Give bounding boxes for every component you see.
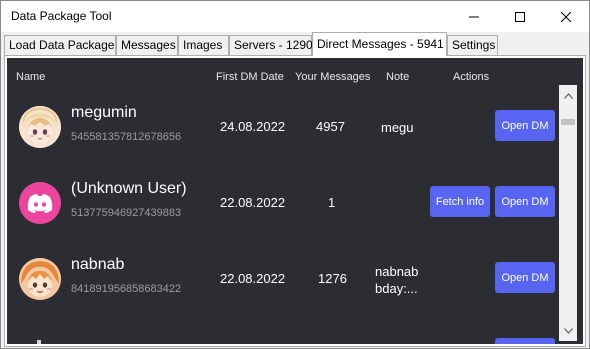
app-window: Data Package Tool Load Data Package Mess… bbox=[0, 0, 590, 349]
header-first-dm-date: First DM Date bbox=[216, 71, 284, 83]
open-dm-button[interactable]: Open DM bbox=[495, 262, 555, 293]
chevron-up-icon bbox=[563, 92, 573, 99]
message-count: 1276 bbox=[318, 271, 347, 286]
scroll-thumb[interactable] bbox=[561, 119, 575, 125]
dm-row: (Unknown User) 513775946927439883 22.08.… bbox=[7, 167, 567, 243]
minimize-button[interactable] bbox=[451, 1, 497, 32]
tab-direct-messages[interactable]: Direct Messages - 5941 bbox=[312, 32, 447, 56]
tab-servers[interactable]: Servers - 1290 bbox=[229, 35, 313, 55]
user-name: megumin bbox=[71, 104, 137, 121]
avatar-partial bbox=[37, 340, 41, 344]
user-note: megu bbox=[381, 120, 414, 135]
header-actions: Actions bbox=[453, 71, 490, 83]
title-bar: Data Package Tool bbox=[1, 1, 589, 32]
vertical-scrollbar[interactable] bbox=[559, 85, 577, 341]
user-note-line: bday:... bbox=[375, 281, 418, 296]
fetch-info-button[interactable]: Fetch info bbox=[430, 186, 490, 217]
user-avatar bbox=[19, 106, 61, 148]
tab-panel: Name First DM Date Your Messages Note Ac… bbox=[4, 55, 586, 347]
discord-logo-icon bbox=[19, 182, 61, 224]
user-id: 841891956858683422 bbox=[71, 283, 182, 295]
window-title: Data Package Tool bbox=[11, 9, 112, 23]
chevron-down-icon bbox=[563, 327, 573, 334]
tab-messages[interactable]: Messages bbox=[116, 35, 178, 55]
first-dm-date: 22.08.2022 bbox=[220, 271, 286, 286]
user-name: nabnab bbox=[71, 256, 125, 273]
tab-bar: Load Data Package Messages Images Server… bbox=[1, 32, 589, 56]
user-note: nabnab bday:... bbox=[375, 263, 433, 297]
close-button[interactable] bbox=[543, 1, 589, 32]
user-avatar bbox=[19, 182, 61, 224]
maximize-icon bbox=[515, 11, 525, 22]
open-dm-button[interactable] bbox=[495, 338, 555, 344]
first-dm-date: 24.08.2022 bbox=[220, 119, 286, 134]
header-your-messages: Your Messages bbox=[295, 71, 371, 83]
user-id: 545581357812678656 bbox=[71, 131, 182, 143]
user-avatar bbox=[19, 258, 61, 300]
anime-avatar-icon bbox=[19, 106, 61, 148]
dm-row: megumin 545581357812678656 24.08.2022 49… bbox=[7, 91, 567, 167]
anime-avatar-icon bbox=[19, 258, 61, 300]
header-note: Note bbox=[386, 71, 410, 83]
close-icon bbox=[561, 11, 571, 22]
dm-row-partial bbox=[7, 336, 567, 344]
message-count: 4957 bbox=[316, 119, 345, 134]
open-dm-button[interactable]: Open DM bbox=[495, 110, 555, 141]
first-dm-date: 22.08.2022 bbox=[220, 195, 286, 210]
direct-messages-list: Name First DM Date Your Messages Note Ac… bbox=[7, 58, 583, 344]
tab-images[interactable]: Images bbox=[178, 35, 229, 55]
message-count: 1 bbox=[328, 195, 336, 210]
user-name: (Unknown User) bbox=[71, 180, 187, 197]
scroll-up-button[interactable] bbox=[559, 87, 577, 104]
user-note-line: nabnab bbox=[375, 264, 419, 279]
tab-settings[interactable]: Settings bbox=[447, 35, 498, 55]
maximize-button[interactable] bbox=[497, 1, 543, 32]
tab-load-data-package[interactable]: Load Data Package bbox=[4, 35, 116, 55]
header-name: Name bbox=[16, 71, 46, 83]
minimize-icon bbox=[469, 16, 479, 17]
scroll-down-button[interactable] bbox=[559, 322, 577, 339]
dm-row: nabnab 841891956858683422 22.08.2022 127… bbox=[7, 243, 567, 319]
user-id: 513775946927439883 bbox=[71, 207, 182, 219]
open-dm-button[interactable]: Open DM bbox=[495, 186, 555, 217]
